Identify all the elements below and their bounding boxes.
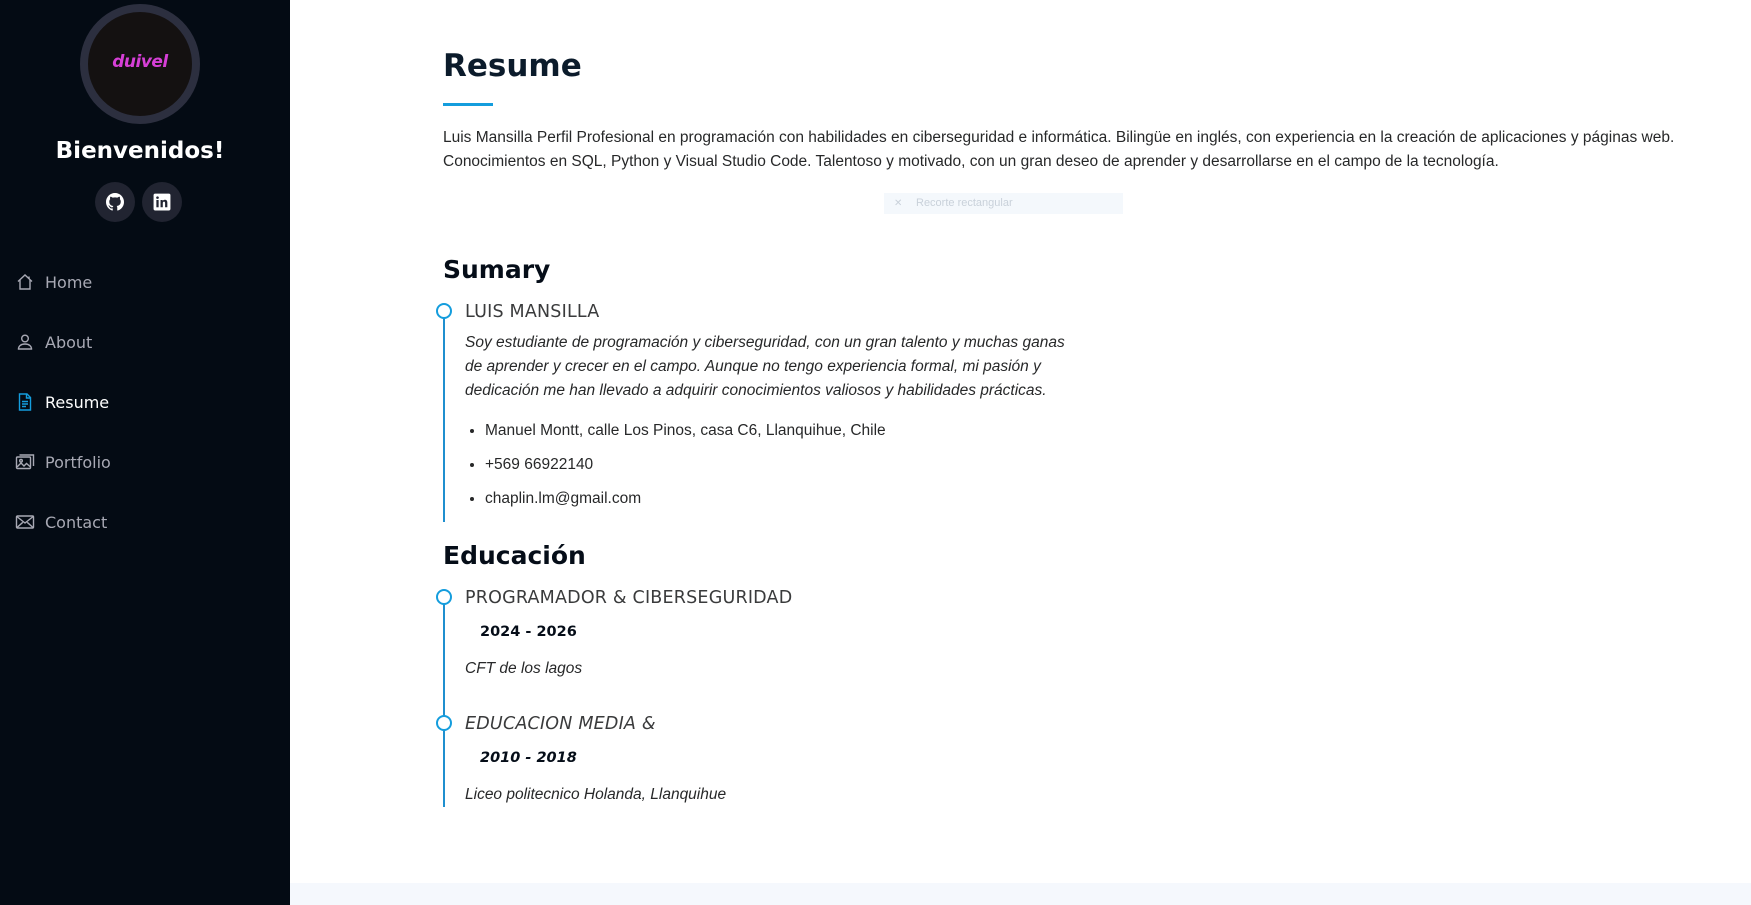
list-item-address: Manuel Montt, calle Los Pinos, casa C6, …: [485, 419, 886, 453]
nav-item-about[interactable]: About: [0, 312, 290, 372]
timeline-dot: [436, 303, 452, 319]
education-timeline-line: [443, 597, 445, 807]
envelope-icon: [14, 511, 36, 533]
education-title: Educación: [443, 541, 586, 570]
title-underline: [443, 103, 493, 106]
welcome-heading: Bienvenidos!: [55, 138, 225, 164]
page-title: Resume: [443, 48, 582, 84]
nav-item-contact[interactable]: Contact: [0, 492, 290, 552]
education-item-heading: EDUCACION MEDIA &: [465, 714, 656, 734]
list-item-email: chaplin.lm@gmail.com: [485, 487, 886, 521]
education-item-institution: CFT de los lagos: [465, 660, 583, 677]
snip-tool-label: Recorte rectangular: [916, 197, 1013, 209]
resume-intro: Luis Mansilla Perfil Profesional en prog…: [443, 129, 1675, 170]
nav-label-resume: Resume: [45, 392, 110, 412]
linkedin-icon: [153, 193, 171, 211]
nav-label-home: Home: [45, 272, 93, 292]
sidebar: duivel Bienvenidos! Home About Resume Po…: [0, 0, 290, 905]
profile-logo-text: duivel: [112, 52, 168, 72]
summary-title: Sumary: [443, 255, 551, 284]
file-text-icon: [14, 391, 36, 413]
education-item-heading: PROGRAMADOR & CIBERSEGURIDAD: [465, 588, 793, 608]
person-icon: [14, 331, 36, 353]
nav-item-portfolio[interactable]: Portfolio: [0, 432, 290, 492]
summary-description: Soy estudiante de programación y ciberse…: [465, 334, 1065, 399]
education-item-period: 2010 - 2018: [465, 746, 592, 770]
close-icon: ✕: [894, 198, 903, 209]
snip-tool-overlay: ✕ Recorte rectangular: [884, 193, 1123, 214]
profile-avatar: duivel: [80, 4, 200, 124]
nav-item-resume[interactable]: Resume: [0, 372, 290, 432]
timeline-dot: [436, 715, 452, 731]
home-icon: [14, 271, 36, 293]
summary-timeline-line: [443, 311, 445, 522]
github-link[interactable]: [95, 182, 135, 222]
nav-label-contact: Contact: [45, 512, 108, 532]
footer-strip: [290, 883, 1751, 905]
timeline-dot: [436, 589, 452, 605]
nav-item-home[interactable]: Home: [0, 252, 290, 312]
list-item-phone: +569 66922140: [485, 453, 886, 487]
education-item-institution: Liceo politecnico Holanda, Llanquihue: [465, 786, 727, 803]
summary-details-list: Manuel Montt, calle Los Pinos, casa C6, …: [465, 419, 886, 521]
sidebar-nav: Home About Resume Portfolio Contact: [0, 252, 290, 552]
images-icon: [14, 451, 36, 473]
linkedin-link[interactable]: [142, 182, 182, 222]
github-icon: [106, 193, 124, 211]
summary-name: LUIS MANSILLA: [465, 302, 600, 322]
education-item-period: 2024 - 2026: [465, 620, 592, 644]
nav-label-portfolio: Portfolio: [45, 452, 111, 472]
nav-label-about: About: [45, 332, 93, 352]
